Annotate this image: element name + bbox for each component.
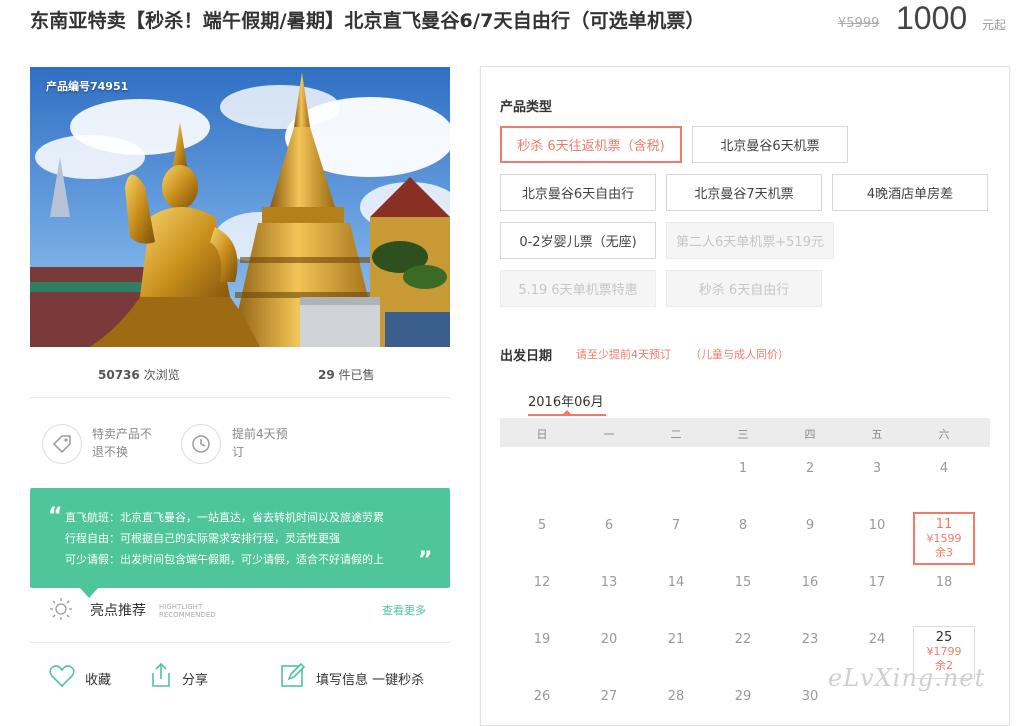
view-more-link[interactable]: 查看更多	[382, 602, 426, 618]
heart-icon[interactable]	[48, 662, 76, 694]
calendar-day: 19	[533, 632, 551, 647]
share-icon[interactable]	[146, 661, 174, 693]
calendar-month[interactable]: 2016年06月	[528, 391, 604, 410]
calendar-day: 20	[600, 632, 618, 647]
weekday-label: 五	[871, 428, 883, 441]
edit-icon[interactable]	[279, 661, 307, 693]
calendar-day: 8	[738, 518, 748, 533]
sold-count: 29	[318, 368, 335, 382]
calendar-day: 18	[935, 575, 953, 590]
calendar-day: 28	[667, 689, 685, 704]
calendar-day: 17	[868, 575, 886, 590]
page-title: 东南亚特卖【秒杀！端午假期/暑期】北京直飞曼谷6/7天自由行（可选单机票）	[30, 10, 705, 32]
quote-line: 直飞航班：北京直飞曼谷，一站直达，省去转机时间以及旅途劳累	[65, 511, 384, 524]
price-unit: 元起	[982, 18, 1007, 32]
weekday-label: 六	[938, 428, 950, 441]
open-quote-icon: “	[48, 504, 63, 529]
original-price: ¥5999	[838, 16, 880, 31]
calendar-day: 16	[801, 575, 819, 590]
calendar-day: 24	[868, 632, 886, 647]
share-button[interactable]: 分享	[182, 669, 208, 688]
book-now-button[interactable]: 填写信息 一键秒杀	[316, 669, 424, 688]
day-price: ¥1599	[926, 532, 962, 545]
watermark: eLvXing.net	[828, 664, 986, 692]
product-photo[interactable]	[30, 67, 450, 347]
quote-line: 可少请假：出发时间包含端午假期，可少请假，适合不好请假的上	[65, 553, 384, 566]
month-underline	[528, 414, 606, 416]
day-price: ¥1799	[926, 645, 962, 658]
calendar-day: 21	[667, 632, 685, 647]
sold-label: 件已售	[338, 368, 375, 382]
temple-photo-illustration	[30, 67, 450, 347]
advance-notice: 请至少提前4天预订	[576, 348, 671, 361]
option-flash-6day-freetour: 秒杀 6天自由行	[666, 270, 822, 307]
month-pointer	[563, 410, 571, 414]
calendar-day: 4	[939, 461, 949, 476]
option-flash-6day-roundtrip[interactable]: 秒杀 6天往返机票（含税)	[500, 126, 682, 163]
calendar-day: 10	[868, 518, 886, 533]
calendar-day: 30	[801, 689, 819, 704]
sold-stat: 29 件已售	[318, 366, 375, 383]
option-bkk-7day-flight[interactable]: 北京曼谷7天机票	[666, 174, 822, 211]
departure-date-label: 出发日期	[500, 349, 553, 364]
option-bkk-6day-freetour[interactable]: 北京曼谷6天自由行	[500, 174, 656, 211]
calendar-day: 5	[537, 518, 547, 533]
option-519-special: 5.19 6天单机票特惠	[500, 270, 656, 307]
tag-icon	[42, 424, 82, 464]
weekday-label: 三	[737, 428, 749, 441]
weekday-label: 四	[804, 428, 816, 441]
calendar-day: 13	[600, 575, 618, 590]
feature-no-refund: 特卖产品不 退不换	[92, 427, 153, 459]
views-stat: 50736 次浏览	[98, 366, 180, 383]
calendar-day: 1	[738, 461, 748, 476]
calendar-day: 22	[734, 632, 752, 647]
child-price-notice: （儿童与成人同价）	[690, 348, 789, 361]
calendar-day: 26	[533, 689, 551, 704]
product-id: 产品编号74951	[46, 80, 129, 93]
calendar-day: 23	[801, 632, 819, 647]
divider	[30, 642, 450, 643]
weekday-label: 二	[670, 428, 682, 441]
calendar-day: 9	[805, 518, 815, 533]
highlights-en: HIGHTLIGHT RECOMMENDED	[159, 603, 216, 619]
weekday-label: 一	[603, 428, 615, 441]
calendar-day: 6	[604, 518, 614, 533]
calendar-day: 3	[872, 461, 882, 476]
views-count: 50736	[98, 368, 140, 382]
calendar-day-available[interactable]: 11 ¥1599 余3	[913, 512, 975, 565]
favorite-button[interactable]: 收藏	[85, 669, 111, 688]
clock-icon	[181, 424, 221, 464]
quote-tail	[80, 588, 98, 598]
views-label: 次浏览	[143, 368, 180, 382]
calendar-day: 15	[734, 575, 752, 590]
highlights-title: 亮点推荐	[90, 603, 146, 619]
calendar-day: 7	[671, 518, 681, 533]
option-bkk-6day-flight[interactable]: 北京曼谷6天机票	[692, 126, 848, 163]
divider	[30, 397, 450, 398]
product-type-label: 产品类型	[500, 100, 553, 115]
option-second-person: 第二人6天单机票+519元	[666, 222, 834, 259]
quote-line: 行程自由：可根据自己的实际需求安排行程，灵活性更强	[65, 532, 340, 545]
weekday-label: 日	[536, 428, 548, 441]
sun-icon	[49, 597, 73, 625]
calendar-day: 27	[600, 689, 618, 704]
day-stock: 余3	[935, 546, 953, 559]
day-number: 25	[935, 630, 953, 645]
close-quote-icon: ”	[418, 548, 433, 573]
calendar-day: 2	[805, 461, 815, 476]
option-hotel-single-supplement[interactable]: 4晚酒店单房差	[832, 174, 988, 211]
option-infant-ticket[interactable]: 0-2岁婴儿票（无座)	[500, 222, 656, 259]
day-number: 11	[935, 517, 953, 532]
sale-price: 1000	[896, 0, 968, 36]
calendar-day: 29	[734, 689, 752, 704]
feature-book-ahead: 提前4天预 订	[232, 427, 288, 459]
calendar-day: 14	[667, 575, 685, 590]
calendar-day: 12	[533, 575, 551, 590]
